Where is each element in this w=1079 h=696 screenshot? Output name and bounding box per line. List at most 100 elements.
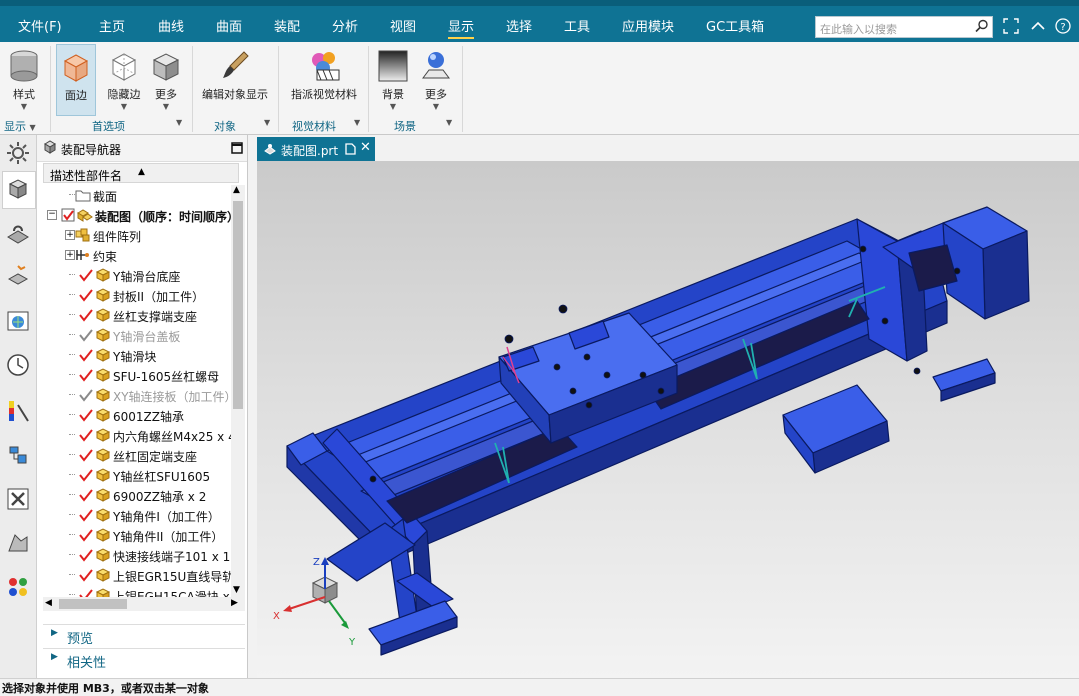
- group-display-label[interactable]: 显示 ▼: [4, 118, 36, 134]
- expand-icon[interactable]: +: [65, 250, 75, 260]
- visibility-check-icon[interactable]: [79, 428, 93, 442]
- dependencies-panel[interactable]: ▶ 相关性: [43, 648, 245, 671]
- scrollbar-thumb[interactable]: [233, 201, 243, 409]
- tree-row[interactable]: + 组件阵列: [43, 225, 231, 245]
- view-triad[interactable]: Z X Y: [267, 553, 377, 653]
- group-preferences-dropdown-icon[interactable]: ▼: [176, 118, 182, 127]
- menu-curve[interactable]: 曲线: [158, 16, 184, 35]
- group-visual-material-dropdown-icon[interactable]: ▼: [354, 118, 360, 127]
- viewport-tab[interactable]: 装配图.prt ✕: [257, 137, 375, 161]
- tree-row[interactable]: Y轴角件I（加工件）: [43, 505, 231, 525]
- menu-analysis[interactable]: 分析: [332, 16, 358, 35]
- maximize-panel-icon[interactable]: [231, 142, 243, 154]
- tree-row[interactable]: Y轴滑台底座: [43, 265, 231, 285]
- menu-assembly[interactable]: 装配: [274, 16, 300, 35]
- part-navigator-icon[interactable]: [4, 261, 32, 289]
- tree-row[interactable]: 截面: [43, 185, 231, 205]
- scroll-up-icon[interactable]: ▲: [233, 185, 240, 195]
- background-button[interactable]: 背景 ▼: [374, 44, 412, 116]
- style-button[interactable]: 样式 ▼: [4, 44, 44, 116]
- scroll-down-icon[interactable]: ▼: [233, 585, 240, 595]
- tree-row[interactable]: − 装配图（顺序：时间顺序）: [43, 205, 231, 225]
- tree-vertical-scrollbar[interactable]: ▲ ▼: [231, 185, 245, 597]
- tree-row[interactable]: 上银EGR15U直线导轨: [43, 565, 231, 585]
- tree-row[interactable]: XY轴连接板（加工件）: [43, 385, 231, 405]
- more-scene-button[interactable]: 更多 ▼: [418, 44, 454, 116]
- group-object-dropdown-icon[interactable]: ▼: [264, 118, 270, 127]
- visibility-checkbox-icon[interactable]: [61, 208, 75, 222]
- close-tab-icon[interactable]: ✕: [360, 140, 371, 155]
- menu-file[interactable]: 文件(F): [18, 16, 62, 35]
- scroll-left-icon[interactable]: ◀: [45, 598, 52, 608]
- collapse-ribbon-icon[interactable]: [1030, 18, 1046, 34]
- roles-icon[interactable]: [4, 529, 32, 557]
- tree-row[interactable]: Y轴滑台盖板: [43, 325, 231, 345]
- history-clock-icon[interactable]: [4, 351, 32, 379]
- graphics-viewport[interactable]: Z X Y: [257, 161, 1079, 678]
- assign-visual-material-button[interactable]: 指派视觉材料: [286, 44, 362, 116]
- tree-row[interactable]: 丝杠支撑端支座: [43, 305, 231, 325]
- menu-select[interactable]: 选择: [506, 16, 532, 35]
- menu-applications[interactable]: 应用模块: [622, 16, 674, 35]
- visibility-check-icon[interactable]: [79, 488, 93, 502]
- edit-object-display-button[interactable]: 编辑对象显示: [198, 44, 272, 116]
- collapse-icon[interactable]: −: [47, 210, 57, 220]
- group-scene-dropdown-icon[interactable]: ▼: [446, 118, 452, 127]
- visibility-check-icon[interactable]: [79, 328, 93, 342]
- help-icon[interactable]: ?: [1055, 18, 1071, 34]
- visibility-check-icon[interactable]: [79, 368, 93, 382]
- visibility-check-icon[interactable]: [79, 348, 93, 362]
- tree-row[interactable]: 快速接线端子101 x 10: [43, 545, 231, 565]
- tree-row[interactable]: 封板II（加工件）: [43, 285, 231, 305]
- tree-row[interactable]: SFU-1605丝杠螺母: [43, 365, 231, 385]
- visibility-check-icon[interactable]: [79, 468, 93, 482]
- visibility-check-icon[interactable]: [79, 288, 93, 302]
- tree-row[interactable]: 6001ZZ轴承: [43, 405, 231, 425]
- tree-row[interactable]: 6900ZZ轴承 x 2: [43, 485, 231, 505]
- command-search-input[interactable]: 在此输入以搜索: [815, 16, 993, 38]
- tree-row[interactable]: Y轴丝杠SFU1605: [43, 465, 231, 485]
- assembly-navigator-icon[interactable]: [4, 175, 32, 203]
- fullscreen-icon[interactable]: [1003, 18, 1019, 34]
- expand-icon[interactable]: +: [65, 230, 75, 240]
- visibility-check-icon[interactable]: [79, 568, 93, 582]
- menu-gc-toolbox[interactable]: GC工具箱: [706, 16, 764, 35]
- more-preferences-button[interactable]: 更多 ▼: [148, 44, 184, 116]
- column-header-part-name[interactable]: 描述性部件名 ▲: [43, 163, 239, 183]
- web-browser-icon[interactable]: [4, 307, 32, 335]
- visibility-check-icon[interactable]: [79, 508, 93, 522]
- preview-panel[interactable]: ▶ 预览: [43, 624, 245, 647]
- menu-surface[interactable]: 曲面: [216, 16, 242, 35]
- visibility-check-icon[interactable]: [79, 588, 93, 597]
- hidden-edges-button[interactable]: 隐藏边 ▼: [102, 44, 146, 116]
- system-materials-icon[interactable]: [4, 573, 32, 601]
- scroll-right-icon[interactable]: ▶: [231, 598, 238, 608]
- visibility-check-icon[interactable]: [79, 448, 93, 462]
- h-scrollbar-thumb[interactable]: [59, 599, 127, 609]
- visibility-check-icon[interactable]: [79, 308, 93, 322]
- menu-display[interactable]: 显示: [448, 16, 475, 39]
- menu-tools[interactable]: 工具: [564, 16, 590, 35]
- visualization-palette-icon[interactable]: [4, 397, 32, 425]
- menu-view[interactable]: 视图: [390, 16, 416, 35]
- process-studio-icon[interactable]: [4, 441, 32, 469]
- visibility-check-icon[interactable]: [79, 268, 93, 282]
- tree-row[interactable]: 内六角螺丝M4x25 x 4: [43, 425, 231, 445]
- menu-home[interactable]: 主页: [99, 16, 125, 35]
- tools-wrench-icon[interactable]: [4, 485, 32, 513]
- visibility-check-icon[interactable]: [79, 388, 93, 402]
- visibility-check-icon[interactable]: [79, 528, 93, 542]
- tree-row[interactable]: 丝杠固定端支座: [43, 445, 231, 465]
- settings-gear-icon[interactable]: [4, 139, 32, 167]
- tree-row[interactable]: 上银EGH15CA滑块 x 2: [43, 585, 231, 597]
- tree-row[interactable]: Y轴滑块: [43, 345, 231, 365]
- visibility-check-icon[interactable]: [79, 408, 93, 422]
- tree-horizontal-scrollbar[interactable]: ◀ ▶: [43, 597, 245, 611]
- face-edges-button[interactable]: 面边: [56, 44, 96, 116]
- tree-row[interactable]: + 约束: [43, 245, 231, 265]
- visibility-check-icon[interactable]: [79, 548, 93, 562]
- search-icon[interactable]: [975, 19, 989, 33]
- cnc-slide-assembly-model[interactable]: [257, 161, 1079, 678]
- tree-row[interactable]: Y轴角件II（加工件）: [43, 525, 231, 545]
- constraint-navigator-icon[interactable]: [4, 219, 32, 247]
